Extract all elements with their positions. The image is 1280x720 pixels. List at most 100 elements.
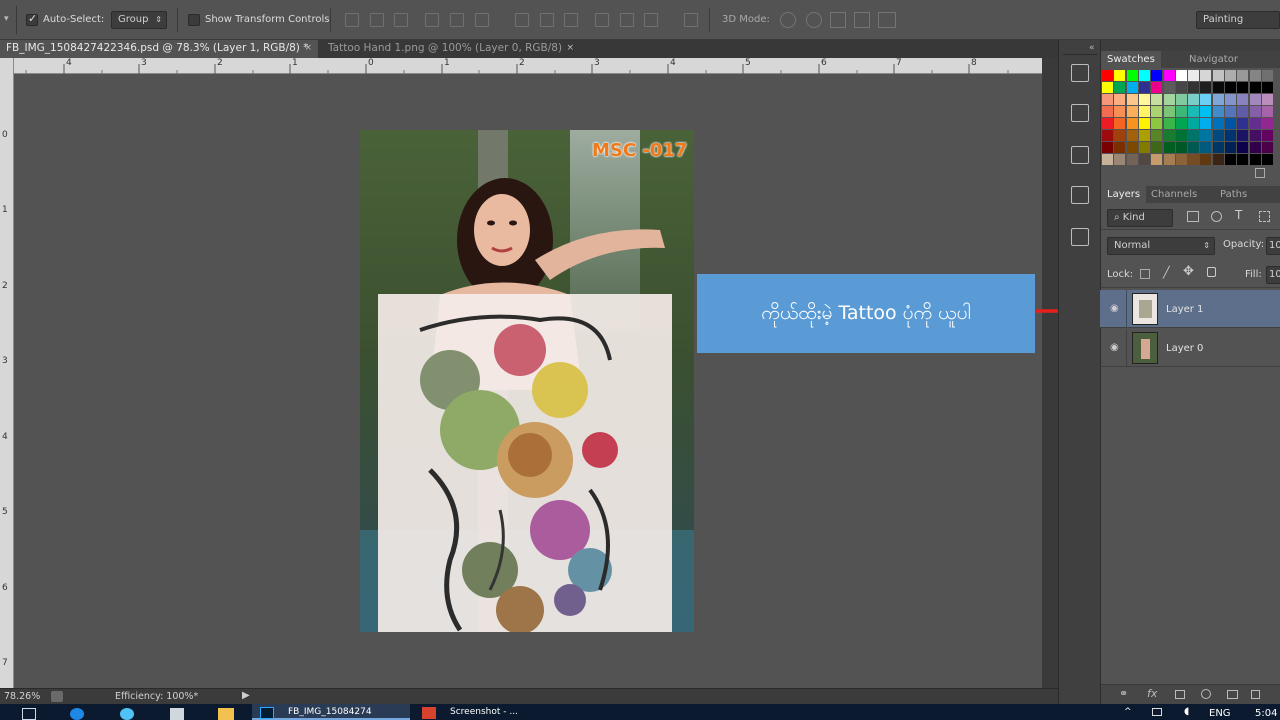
swatch[interactable]: [1261, 94, 1273, 105]
status-menu-arrow-icon[interactable]: ▶: [242, 690, 250, 701]
layer-row-layer-0[interactable]: ◉ Layer 0: [1100, 329, 1280, 367]
swatch[interactable]: [1225, 118, 1236, 129]
layer-name[interactable]: Layer 0: [1166, 343, 1203, 354]
distribute-hcenter-icon[interactable]: [620, 13, 634, 27]
file-explorer-icon[interactable]: [218, 708, 234, 720]
swatch[interactable]: [1138, 154, 1150, 165]
swatch[interactable]: [1114, 130, 1126, 141]
swatch[interactable]: [1261, 154, 1273, 165]
swatch[interactable]: [1175, 106, 1187, 117]
filter-shape-icon[interactable]: [1259, 211, 1270, 222]
vertical-scrollbar[interactable]: [1042, 58, 1058, 688]
swatch[interactable]: [1126, 142, 1138, 153]
new-layer-icon[interactable]: [1251, 690, 1260, 699]
lock-all-icon[interactable]: [1207, 267, 1216, 277]
swatch[interactable]: [1126, 130, 1138, 141]
swatch[interactable]: [1126, 154, 1138, 165]
swatch[interactable]: [1212, 106, 1224, 117]
visibility-eye-icon[interactable]: ◉: [1110, 303, 1119, 314]
swatch[interactable]: [1138, 94, 1150, 105]
zoom-level[interactable]: 78.26%: [4, 691, 40, 702]
layer-name[interactable]: Layer 1: [1166, 304, 1203, 315]
swatch[interactable]: [1237, 130, 1249, 141]
swatch[interactable]: [1163, 154, 1175, 165]
swatch[interactable]: [1151, 154, 1163, 165]
auto-select-dropdown[interactable]: Group ⇕: [111, 11, 167, 29]
visibility-eye-icon[interactable]: ◉: [1110, 342, 1119, 353]
swatch[interactable]: [1212, 142, 1224, 153]
vertical-ruler[interactable]: 0 1 2 3 4 5 6 7: [0, 58, 14, 688]
auto-select-checkbox[interactable]: ✓: [26, 12, 38, 26]
swatch[interactable]: [1261, 70, 1273, 81]
task-view-icon[interactable]: [22, 708, 36, 720]
store-icon[interactable]: [170, 708, 184, 720]
filter-pixel-icon[interactable]: [1187, 211, 1199, 222]
swatch[interactable]: [1102, 82, 1113, 93]
swatch[interactable]: [1138, 130, 1150, 141]
filter-type-icon[interactable]: T: [1235, 208, 1242, 222]
close-icon[interactable]: ×: [304, 40, 312, 57]
swatch[interactable]: [1225, 106, 1236, 117]
swatch[interactable]: [1175, 154, 1187, 165]
swatch[interactable]: [1249, 154, 1261, 165]
swatch[interactable]: [1175, 142, 1187, 153]
swatch[interactable]: [1237, 94, 1249, 105]
lock-position-icon[interactable]: ✥: [1183, 264, 1194, 279]
swatch[interactable]: [1261, 130, 1273, 141]
swatch[interactable]: [1163, 70, 1175, 81]
swatch[interactable]: [1102, 94, 1113, 105]
adjustment-layer-icon[interactable]: [1201, 689, 1211, 699]
swatch[interactable]: [1163, 118, 1175, 129]
swatch[interactable]: [1114, 94, 1126, 105]
swatch[interactable]: [1114, 82, 1126, 93]
align-hcenter-icon[interactable]: [450, 13, 464, 27]
swatch[interactable]: [1249, 82, 1261, 93]
tray-chevron-icon[interactable]: ^: [1124, 707, 1132, 717]
swatch[interactable]: [1249, 142, 1261, 153]
tab-channels[interactable]: Channels: [1145, 186, 1203, 203]
tab-swatches[interactable]: Swatches: [1101, 51, 1161, 68]
swatch[interactable]: [1225, 82, 1236, 93]
swatch[interactable]: [1200, 142, 1212, 153]
swatch[interactable]: [1188, 130, 1200, 141]
swatch[interactable]: [1114, 142, 1126, 153]
swatch[interactable]: [1212, 154, 1224, 165]
align-vcenter-icon[interactable]: [370, 13, 384, 27]
swatch[interactable]: [1188, 94, 1200, 105]
document-image[interactable]: MSC -017: [360, 130, 694, 632]
distribute-top-icon[interactable]: [515, 13, 529, 27]
swatch[interactable]: [1237, 142, 1249, 153]
swatch[interactable]: [1249, 130, 1261, 141]
distribute-bottom-icon[interactable]: [564, 13, 578, 27]
distribute-left-icon[interactable]: [595, 13, 609, 27]
swatch[interactable]: [1212, 70, 1224, 81]
swatch[interactable]: [1200, 118, 1212, 129]
swatch[interactable]: [1175, 118, 1187, 129]
tool-preset-chevron-icon[interactable]: ▾: [4, 14, 9, 24]
swatch[interactable]: [1151, 106, 1163, 117]
taskbar-photoshop[interactable]: FB_IMG_15084274: [252, 704, 410, 720]
close-icon[interactable]: ×: [566, 40, 574, 57]
swatch[interactable]: [1138, 82, 1150, 93]
show-transform-checkbox[interactable]: [188, 14, 200, 26]
3d-slide-icon[interactable]: [854, 12, 870, 28]
3d-roll-icon[interactable]: [806, 12, 822, 28]
swatch[interactable]: [1188, 70, 1200, 81]
swatch[interactable]: [1175, 82, 1187, 93]
swatch[interactable]: [1188, 106, 1200, 117]
swatch[interactable]: [1200, 70, 1212, 81]
align-left-icon[interactable]: [425, 13, 439, 27]
swatch[interactable]: [1163, 82, 1175, 93]
swatch[interactable]: [1138, 118, 1150, 129]
layer-filter-dropdown[interactable]: ⌕ Kind: [1107, 209, 1173, 227]
swatch[interactable]: [1237, 70, 1249, 81]
add-mask-icon[interactable]: [1175, 690, 1185, 699]
swatch[interactable]: [1261, 82, 1273, 93]
swatch[interactable]: [1249, 118, 1261, 129]
distribute-right-icon[interactable]: [644, 13, 658, 27]
swatch[interactable]: [1114, 118, 1126, 129]
swatch[interactable]: [1261, 118, 1273, 129]
swatch[interactable]: [1237, 82, 1249, 93]
swatch[interactable]: [1225, 142, 1236, 153]
lock-brush-icon[interactable]: ╱: [1163, 266, 1170, 279]
